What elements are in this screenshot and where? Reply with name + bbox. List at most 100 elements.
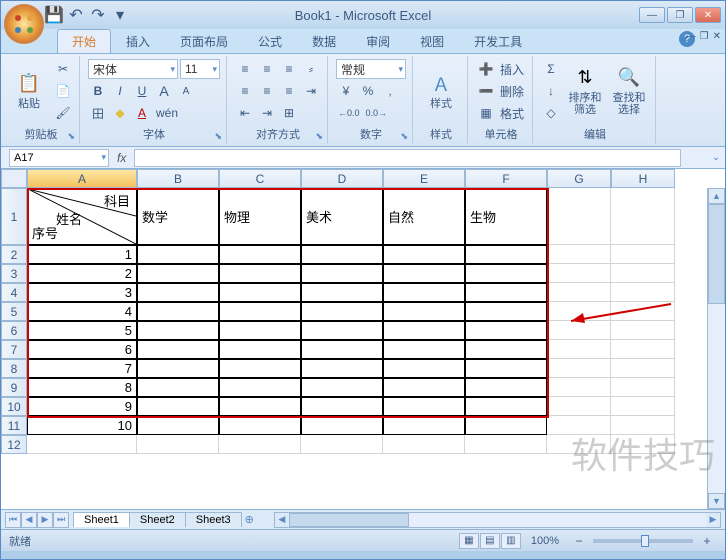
cell-E7[interactable] [383, 340, 465, 359]
scroll-up-button[interactable]: ▲ [708, 188, 725, 204]
fill-color-button[interactable]: ◆ [110, 103, 130, 123]
align-right-button[interactable]: ≡ [279, 81, 299, 101]
cell-E9[interactable] [383, 378, 465, 397]
tab-formulas[interactable]: 公式 [243, 29, 297, 53]
row-header-2[interactable]: 2 [1, 245, 27, 264]
cell-B7[interactable] [137, 340, 219, 359]
prev-sheet-button[interactable]: ◀ [21, 512, 37, 528]
scroll-left-button[interactable]: ◀ [275, 513, 289, 527]
shrink-font-button[interactable]: A [176, 81, 196, 101]
page-layout-view-button[interactable]: ▤ [480, 533, 500, 549]
row-header-11[interactable]: 11 [1, 416, 27, 435]
cell-E12[interactable] [383, 435, 465, 454]
cell-E5[interactable] [383, 302, 465, 321]
cell-H10[interactable] [611, 397, 675, 416]
column-header-F[interactable]: F [465, 169, 547, 188]
grow-font-button[interactable]: A [154, 81, 174, 101]
cell-A11[interactable]: 10 [27, 416, 137, 435]
cell-H12[interactable] [611, 435, 675, 454]
cell-D1[interactable]: 美术 [301, 188, 383, 245]
cell-C7[interactable] [219, 340, 301, 359]
row-header-9[interactable]: 9 [1, 378, 27, 397]
delete-cells-button[interactable]: ➖ [476, 81, 496, 101]
tab-home[interactable]: 开始 [57, 29, 111, 53]
cell-H1[interactable] [611, 188, 675, 245]
next-sheet-button[interactable]: ▶ [37, 512, 53, 528]
cell-B11[interactable] [137, 416, 219, 435]
cell-B2[interactable] [137, 245, 219, 264]
new-sheet-button[interactable]: ⊕ [245, 513, 254, 526]
cell-G4[interactable] [547, 283, 611, 302]
cell-F1[interactable]: 生物 [465, 188, 547, 245]
format-label[interactable]: 格式 [498, 103, 526, 123]
cell-F7[interactable] [465, 340, 547, 359]
sheet-tab-1[interactable]: Sheet1 [73, 512, 130, 527]
currency-button[interactable]: ¥ [336, 81, 356, 101]
cell-C4[interactable] [219, 283, 301, 302]
comma-button[interactable]: , [380, 81, 400, 101]
number-expand[interactable]: ⬊ [400, 131, 408, 142]
zoom-slider[interactable] [593, 539, 693, 543]
cell-G10[interactable] [547, 397, 611, 416]
cell-B4[interactable] [137, 283, 219, 302]
cell-H6[interactable] [611, 321, 675, 340]
cell-C5[interactable] [219, 302, 301, 321]
cell-E3[interactable] [383, 264, 465, 283]
align-center-button[interactable]: ≡ [257, 81, 277, 101]
decrease-indent-button[interactable]: ⇤ [235, 103, 255, 123]
first-sheet-button[interactable]: ⏮ [5, 512, 21, 528]
doc-restore[interactable]: ❐ [700, 31, 709, 42]
font-name-combo[interactable]: 宋体 [88, 59, 178, 79]
cell-C11[interactable] [219, 416, 301, 435]
cell-E8[interactable] [383, 359, 465, 378]
align-middle-button[interactable]: ≡ [257, 59, 277, 79]
cell-C12[interactable] [219, 435, 301, 454]
cell-D8[interactable] [301, 359, 383, 378]
cell-B5[interactable] [137, 302, 219, 321]
tab-insert[interactable]: 插入 [111, 29, 165, 53]
cell-G5[interactable] [547, 302, 611, 321]
cell-D2[interactable] [301, 245, 383, 264]
column-header-C[interactable]: C [219, 169, 301, 188]
row-header-6[interactable]: 6 [1, 321, 27, 340]
scroll-right-button[interactable]: ▶ [706, 513, 720, 527]
sort-filter-button[interactable]: ⇅ 排序和 筛选 [565, 58, 605, 124]
find-select-button[interactable]: 🔍 查找和 选择 [609, 58, 649, 124]
column-header-A[interactable]: A [27, 169, 137, 188]
scroll-down-button[interactable]: ▼ [708, 493, 725, 509]
sheet-tab-3[interactable]: Sheet3 [185, 512, 242, 527]
doc-close[interactable]: ✕ [713, 31, 721, 42]
row-header-5[interactable]: 5 [1, 302, 27, 321]
row-header-4[interactable]: 4 [1, 283, 27, 302]
tab-view[interactable]: 视图 [405, 29, 459, 53]
styles-button[interactable]: Ａ 样式 [421, 58, 461, 124]
cell-D12[interactable] [301, 435, 383, 454]
format-cells-button[interactable]: ▦ [476, 103, 496, 123]
cut-button[interactable]: ✂ [53, 59, 73, 79]
delete-label[interactable]: 删除 [498, 81, 526, 101]
column-header-D[interactable]: D [301, 169, 383, 188]
cell-H8[interactable] [611, 359, 675, 378]
select-all-corner[interactable] [1, 169, 27, 188]
cell-F9[interactable] [465, 378, 547, 397]
copy-button[interactable]: 📄 [53, 81, 73, 101]
zoom-out-button[interactable]: − [569, 531, 589, 551]
cell-G11[interactable] [547, 416, 611, 435]
cell-D6[interactable] [301, 321, 383, 340]
redo-button[interactable]: ↷ [89, 6, 107, 24]
tab-developer[interactable]: 开发工具 [459, 29, 537, 53]
cell-H9[interactable] [611, 378, 675, 397]
cell-H3[interactable] [611, 264, 675, 283]
cell-E4[interactable] [383, 283, 465, 302]
maximize-button[interactable]: ❐ [667, 7, 693, 23]
cell-F5[interactable] [465, 302, 547, 321]
underline-button[interactable]: U [132, 81, 152, 101]
bold-button[interactable]: B [88, 81, 108, 101]
number-format-combo[interactable]: 常规 [336, 59, 406, 79]
cell-A8[interactable]: 7 [27, 359, 137, 378]
cell-E11[interactable] [383, 416, 465, 435]
cell-B8[interactable] [137, 359, 219, 378]
orientation-button[interactable]: ⸗ [301, 59, 321, 79]
cell-G2[interactable] [547, 245, 611, 264]
cell-D11[interactable] [301, 416, 383, 435]
